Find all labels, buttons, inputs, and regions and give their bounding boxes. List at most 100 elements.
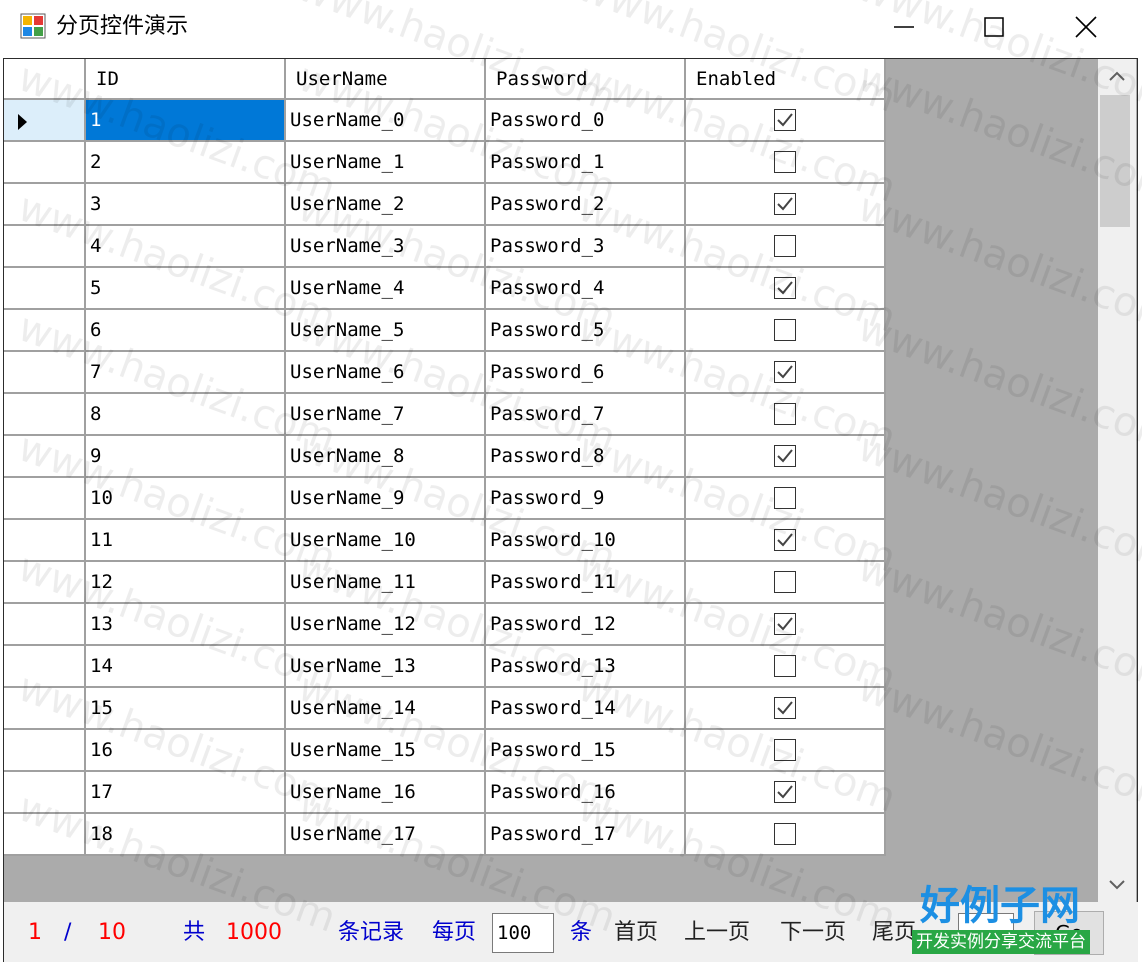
cell-username[interactable]: UserName_15 [284, 728, 486, 772]
cell-username[interactable]: UserName_14 [284, 686, 486, 730]
enabled-checkbox-unchecked[interactable] [774, 487, 796, 510]
table-row[interactable]: 6 UserName_5 Password_5 [4, 308, 886, 352]
cell-password[interactable]: Password_11 [484, 560, 686, 604]
cell-id[interactable]: 17 [84, 770, 286, 814]
enabled-checkbox-checked[interactable] [774, 361, 796, 384]
cell-password[interactable]: Password_3 [484, 224, 686, 268]
cell-id[interactable]: 10 [84, 476, 286, 520]
column-header-username[interactable]: UserName [284, 59, 486, 100]
cell-id[interactable]: 11 [84, 518, 286, 562]
cell-username[interactable]: UserName_2 [284, 182, 486, 226]
table-row[interactable]: 17 UserName_16 Password_16 [4, 770, 886, 814]
minimize-button[interactable] [858, 0, 950, 54]
scroll-down-button[interactable] [1098, 868, 1136, 902]
column-header-enabled[interactable]: Enabled [684, 59, 886, 100]
enabled-checkbox-unchecked[interactable] [774, 403, 796, 426]
enabled-checkbox-unchecked[interactable] [774, 319, 796, 342]
table-row[interactable]: 15 UserName_14 Password_14 [4, 686, 886, 730]
enabled-checkbox-checked[interactable] [774, 193, 796, 216]
cell-password[interactable]: Password_7 [484, 392, 686, 436]
table-row[interactable]: 2 UserName_1 Password_1 [4, 140, 886, 184]
enabled-checkbox-checked[interactable] [774, 697, 796, 720]
table-row[interactable]: 5 UserName_4 Password_4 [4, 266, 886, 310]
row-header[interactable] [4, 560, 86, 604]
enabled-checkbox-unchecked[interactable] [774, 823, 796, 846]
row-header[interactable] [4, 266, 86, 310]
enabled-checkbox-unchecked[interactable] [774, 739, 796, 762]
enabled-checkbox-checked[interactable] [774, 109, 796, 132]
page-size-input[interactable] [492, 913, 554, 953]
cell-password[interactable]: Password_6 [484, 350, 686, 394]
cell-username[interactable]: UserName_16 [284, 770, 486, 814]
row-header[interactable] [4, 770, 86, 814]
cell-id[interactable]: 14 [84, 644, 286, 688]
prev-page-link[interactable]: 上一页 [684, 919, 750, 947]
next-page-link[interactable]: 下一页 [780, 919, 846, 947]
table-row[interactable]: 4 UserName_3 Password_3 [4, 224, 886, 268]
table-row[interactable]: 10 UserName_9 Password_9 [4, 476, 886, 520]
cell-password[interactable]: Password_13 [484, 644, 686, 688]
cell-password[interactable]: Password_15 [484, 728, 686, 772]
row-header[interactable] [4, 224, 86, 268]
cell-id[interactable]: 1 [84, 98, 286, 142]
row-header[interactable] [4, 98, 86, 142]
table-row[interactable]: 12 UserName_11 Password_11 [4, 560, 886, 604]
go-button[interactable]: Go [1034, 911, 1104, 955]
cell-id[interactable]: 15 [84, 686, 286, 730]
enabled-checkbox-checked[interactable] [774, 613, 796, 636]
table-row[interactable]: 1 UserName_0 Password_0 [4, 98, 886, 142]
goto-page-input[interactable] [958, 913, 1014, 953]
row-header[interactable] [4, 308, 86, 352]
cell-password[interactable]: Password_12 [484, 602, 686, 646]
enabled-checkbox-unchecked[interactable] [774, 571, 796, 594]
maximize-button[interactable] [948, 0, 1040, 54]
cell-password[interactable]: Password_0 [484, 98, 686, 142]
cell-username[interactable]: UserName_13 [284, 644, 486, 688]
cell-username[interactable]: UserName_11 [284, 560, 486, 604]
table-row[interactable]: 18 UserName_17 Password_17 [4, 812, 886, 856]
cell-password[interactable]: Password_16 [484, 770, 686, 814]
cell-username[interactable]: UserName_1 [284, 140, 486, 184]
vertical-scrollbar[interactable] [1098, 59, 1136, 902]
scroll-up-button[interactable] [1098, 59, 1136, 93]
cell-password[interactable]: Password_5 [484, 308, 686, 352]
data-grid[interactable]: ID UserName Password Enabled 1 UserName_0… [4, 59, 1098, 902]
cell-id[interactable]: 7 [84, 350, 286, 394]
cell-id[interactable]: 12 [84, 560, 286, 604]
table-row[interactable]: 11 UserName_10 Password_10 [4, 518, 886, 562]
cell-password[interactable]: Password_9 [484, 476, 686, 520]
cell-username[interactable]: UserName_17 [284, 812, 486, 856]
close-button[interactable] [1040, 0, 1132, 54]
cell-username[interactable]: UserName_7 [284, 392, 486, 436]
table-row[interactable]: 7 UserName_6 Password_6 [4, 350, 886, 394]
cell-password[interactable]: Password_8 [484, 434, 686, 478]
row-header[interactable] [4, 140, 86, 184]
cell-password[interactable]: Password_10 [484, 518, 686, 562]
cell-username[interactable]: UserName_10 [284, 518, 486, 562]
cell-username[interactable]: UserName_8 [284, 434, 486, 478]
table-row[interactable]: 8 UserName_7 Password_7 [4, 392, 886, 436]
row-header[interactable] [4, 476, 86, 520]
column-header-password[interactable]: Password [484, 59, 686, 100]
row-header[interactable] [4, 686, 86, 730]
table-row[interactable]: 14 UserName_13 Password_13 [4, 644, 886, 688]
last-page-link[interactable]: 尾页 [872, 919, 916, 947]
row-header[interactable] [4, 602, 86, 646]
row-header[interactable] [4, 434, 86, 478]
row-header[interactable] [4, 350, 86, 394]
cell-id[interactable]: 4 [84, 224, 286, 268]
first-page-link[interactable]: 首页 [614, 919, 658, 947]
enabled-checkbox-checked[interactable] [774, 529, 796, 552]
enabled-checkbox-checked[interactable] [774, 781, 796, 804]
cell-password[interactable]: Password_4 [484, 266, 686, 310]
cell-id[interactable]: 5 [84, 266, 286, 310]
cell-id[interactable]: 6 [84, 308, 286, 352]
cell-username[interactable]: UserName_12 [284, 602, 486, 646]
enabled-checkbox-checked[interactable] [774, 277, 796, 300]
cell-username[interactable]: UserName_4 [284, 266, 486, 310]
row-header[interactable] [4, 392, 86, 436]
row-header[interactable] [4, 644, 86, 688]
cell-username[interactable]: UserName_0 [284, 98, 486, 142]
cell-id[interactable]: 13 [84, 602, 286, 646]
enabled-checkbox-checked[interactable] [774, 445, 796, 468]
